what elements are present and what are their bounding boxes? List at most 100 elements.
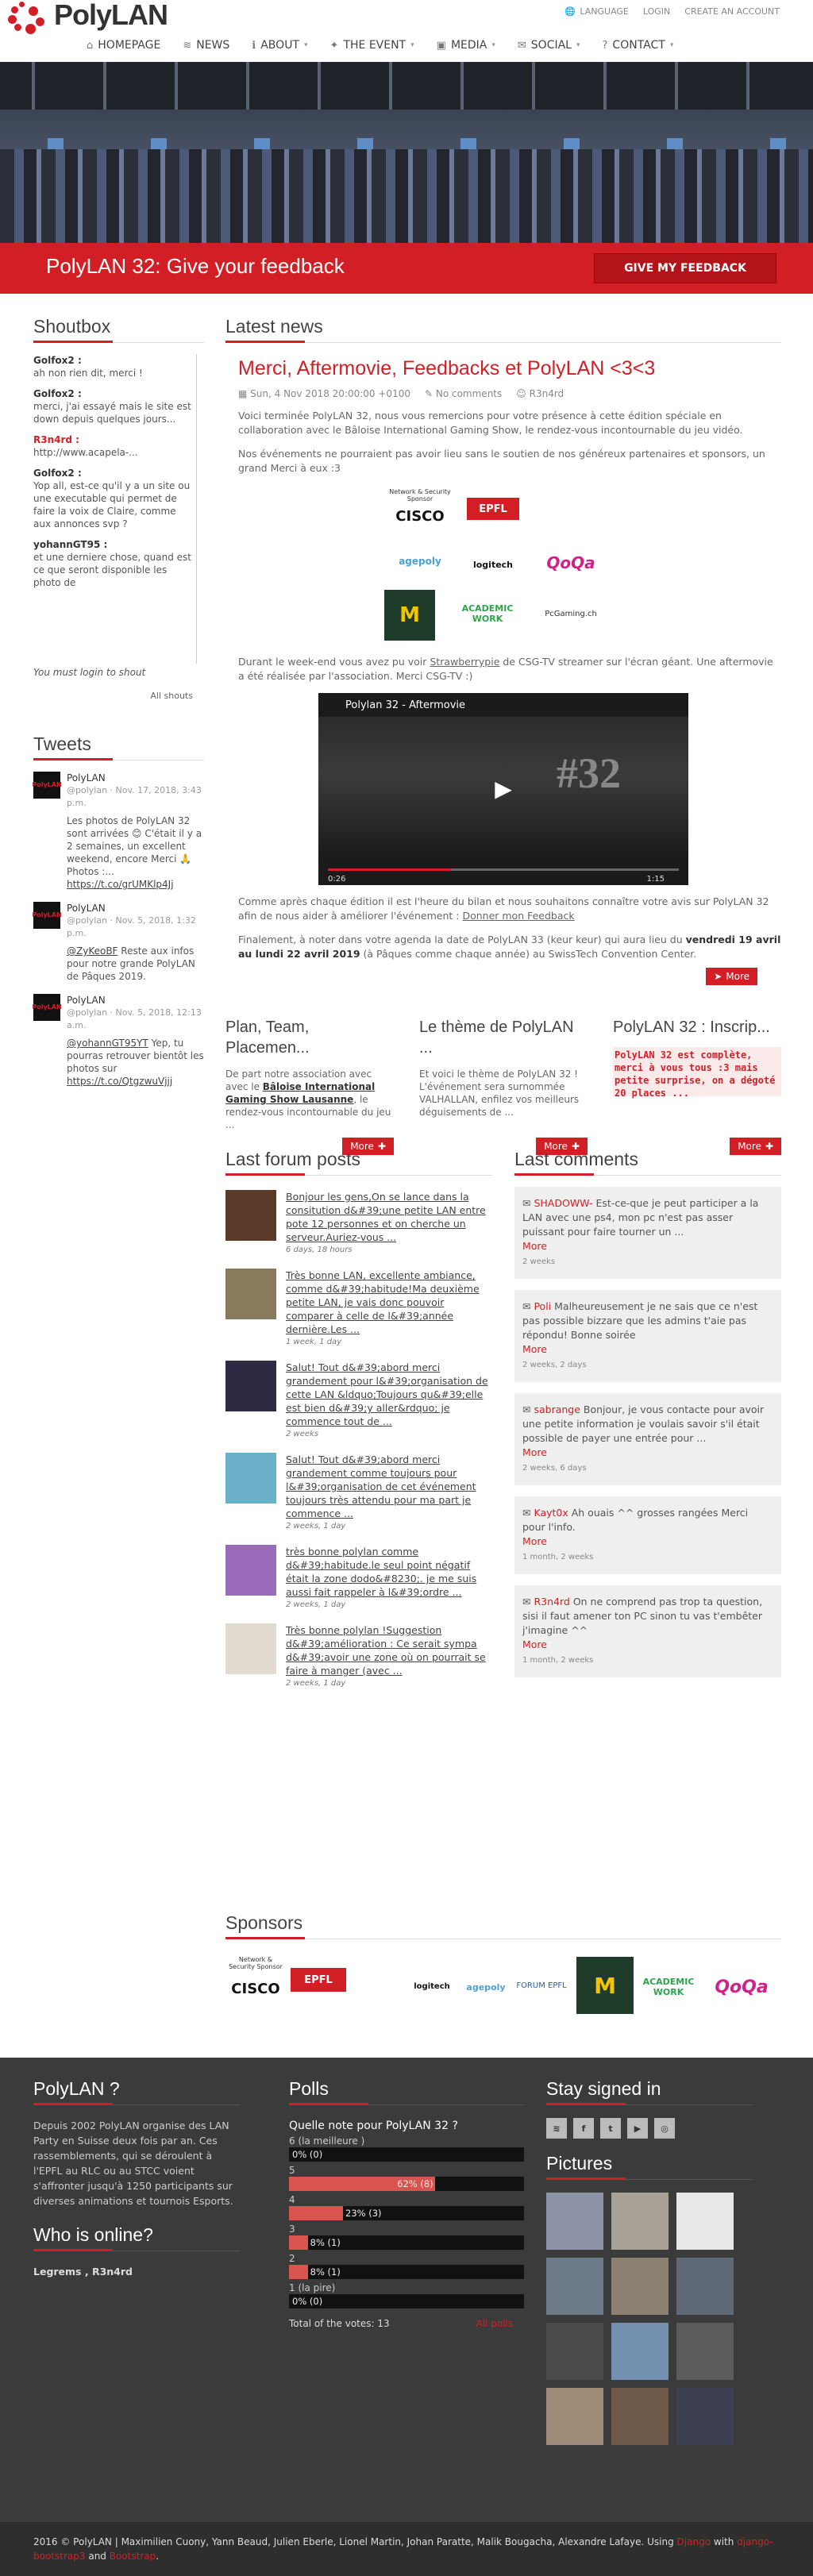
article-paragraph: Nos événements ne pourraient pas avoir l… xyxy=(238,448,765,474)
mcdonalds-logo: M xyxy=(384,590,435,641)
tweet-mention-link[interactable]: @yohannGT95YT xyxy=(67,1038,148,1049)
poll-option-label: 5 xyxy=(289,2165,295,2176)
shoutbox-scrollbar[interactable] xyxy=(196,354,204,664)
nav-news[interactable]: ≋ NEWS xyxy=(171,34,241,56)
question-icon: ? xyxy=(602,39,608,52)
poll-option-label: 1 (la pire) xyxy=(289,2282,336,2293)
qoqa-logo: QoQa xyxy=(546,553,595,572)
sponsor-logo-row: Network & Security Sponsor CISCO EPFL lo… xyxy=(225,1955,781,2027)
forum-epfl-logo[interactable]: FORUM EPFL xyxy=(513,1970,570,2001)
poll-bar: 62% (8) xyxy=(289,2177,524,2191)
pcgaming-logo: PcGaming.ch xyxy=(545,609,597,618)
strawberrypie-link[interactable]: Strawberrypie xyxy=(430,656,499,668)
avatar xyxy=(225,1190,276,1241)
avatar: PolyLAN xyxy=(32,994,62,1021)
youtube-icon[interactable]: ▶ xyxy=(627,2118,648,2139)
all-polls-link[interactable]: All polls xyxy=(476,2318,524,2329)
article-paragraph: Voici terminée PolyLAN 32, nous vous rem… xyxy=(238,410,743,436)
info-icon: ℹ xyxy=(252,39,256,52)
card-title[interactable]: Plan, Team, Placemen... xyxy=(225,1017,394,1058)
nav-about[interactable]: ℹ ABOUT ▾ xyxy=(241,34,318,56)
poll-bar-fill xyxy=(289,2265,308,2279)
logo[interactable]: PolyLAN xyxy=(8,0,218,34)
comment-more-link[interactable]: More xyxy=(522,1240,547,1252)
picture-thumbnail[interactable] xyxy=(546,2388,603,2445)
bootstrap-link[interactable]: Bootstrap xyxy=(110,2551,156,2562)
shout-entry: Golfox2 : Yop all, est-ce qu'il y a un si… xyxy=(33,468,191,529)
comment-more-link[interactable]: More xyxy=(522,1446,547,1458)
poll-total: Total of the votes: 13 xyxy=(289,2318,390,2329)
picture-thumbnail[interactable] xyxy=(611,2258,669,2315)
article-title[interactable]: Merci, Aftermovie, Feedbacks et PolyLAN … xyxy=(225,357,781,380)
chevron-down-icon: ▾ xyxy=(576,41,580,49)
poll-row: 6 (la meilleure ) 0% (0) xyxy=(289,2135,524,2162)
facebook-icon[interactable]: f xyxy=(573,2118,594,2139)
picture-thumbnail[interactable] xyxy=(676,2193,734,2250)
mcdonalds-logo[interactable]: M xyxy=(576,1957,634,2014)
play-icon[interactable]: ▶ xyxy=(481,772,526,804)
shoutbox[interactable]: Golfox2 : ah non rien dit, merci ! Golfox… xyxy=(33,354,204,727)
poll-bar: 23% (3) xyxy=(289,2206,524,2220)
poll-row: 2 8% (1) xyxy=(289,2253,524,2279)
comment-more-link[interactable]: More xyxy=(522,1535,547,1547)
header: PolyLAN 🌐 LANGUAGE LOGIN CREATE AN ACCOU… xyxy=(0,0,813,62)
give-feedback-button[interactable]: GIVE MY FEEDBACK xyxy=(594,253,776,283)
tweet-mention-link[interactable]: @ZyKeoBF xyxy=(67,945,118,957)
instagram-icon[interactable]: ◎ xyxy=(654,2118,675,2139)
all-shouts-link[interactable]: All shouts xyxy=(33,691,193,701)
latest-news-title: Latest news xyxy=(225,316,781,343)
poll-results: 6 (la meilleure ) 0% (0) 5 62% (8) 4 23% (3) 3… xyxy=(289,2135,524,2308)
article-more-button[interactable]: ➤ More xyxy=(706,968,757,985)
avatar: PolyLAN xyxy=(32,902,62,929)
send-icon: ➤ xyxy=(714,971,722,982)
django-link[interactable]: Django xyxy=(677,2536,711,2547)
logitech-logo[interactable]: logitech xyxy=(414,1966,450,2006)
comment-more-link[interactable]: More xyxy=(522,1638,547,1650)
login-link[interactable]: LOGIN xyxy=(642,6,670,17)
picture-thumbnail[interactable] xyxy=(546,2258,603,2315)
online-users[interactable]: Legrems , R3n4rd xyxy=(33,2264,240,2279)
rss-icon[interactable]: ≋ xyxy=(546,2118,567,2139)
shout-entry: R3n4rd : http://www.acapela-... xyxy=(33,434,138,458)
hero-image xyxy=(0,62,813,243)
avatar xyxy=(225,1623,276,1674)
nav-contact[interactable]: ? CONTACT ▾ xyxy=(591,34,685,56)
language-link[interactable]: 🌐 LANGUAGE xyxy=(563,6,629,17)
picture-thumbnail[interactable] xyxy=(611,2193,669,2250)
nav-social[interactable]: ✉ SOCIAL ▾ xyxy=(507,34,591,56)
poll-option-label: 4 xyxy=(289,2194,295,2205)
poll-option-label: 3 xyxy=(289,2224,295,2235)
picture-thumbnail[interactable] xyxy=(676,2388,734,2445)
home-icon: ⌂ xyxy=(87,39,94,52)
feedback-link[interactable]: Donner mon Feedback xyxy=(462,910,574,922)
picture-thumbnail[interactable] xyxy=(676,2258,734,2315)
cisco-logo[interactable]: CISCO xyxy=(225,1973,286,2004)
epfl-logo[interactable]: EPFL xyxy=(291,1968,346,1992)
create-account-link[interactable]: CREATE AN ACCOUNT xyxy=(683,6,780,17)
picture-thumbnail[interactable] xyxy=(611,2323,669,2380)
avatar xyxy=(225,1453,276,1504)
comment-more-link[interactable]: More xyxy=(522,1343,547,1355)
card-title[interactable]: PolyLAN 32 : Inscrip... xyxy=(613,1017,781,1038)
cisco-logo: CISCO xyxy=(395,507,445,525)
twitter-icon[interactable]: t xyxy=(600,2118,621,2139)
logitech-logo: logitech xyxy=(472,559,514,570)
video-progress-bar[interactable] xyxy=(328,868,679,871)
avatar xyxy=(225,1361,276,1411)
card-title[interactable]: Le thème de PolyLAN ... xyxy=(419,1017,588,1058)
picture-thumbnail[interactable] xyxy=(676,2323,734,2380)
comment-icon: ✉ xyxy=(522,1197,531,1209)
qoqa-logo[interactable]: QoQa xyxy=(705,1971,778,2003)
agepoly-logo[interactable]: agepoly xyxy=(462,1963,510,2011)
nav-homepage[interactable]: ⌂ HOMEPAGE xyxy=(75,34,171,56)
tweet-link[interactable]: https://t.co/QtgzwuVjjj xyxy=(67,1076,172,1087)
picture-thumbnail[interactable] xyxy=(611,2388,669,2445)
nav-media[interactable]: ▣ MEDIA ▾ xyxy=(426,34,507,56)
tweet-link[interactable]: https://t.co/grUMKlp4Jj xyxy=(67,879,174,890)
picture-thumbnail[interactable] xyxy=(546,2323,603,2380)
nav-the-event[interactable]: ✦ THE EVENT ▾ xyxy=(319,34,426,56)
picture-thumbnail[interactable] xyxy=(546,2193,603,2250)
agepoly-logo: agepoly xyxy=(399,556,441,567)
academic-work-logo[interactable]: ACADEMIC WORK xyxy=(637,1971,700,2003)
video-player[interactable]: Polylan 32 - Aftermovie #32 ▶ 0:26 1:15 xyxy=(318,693,688,885)
